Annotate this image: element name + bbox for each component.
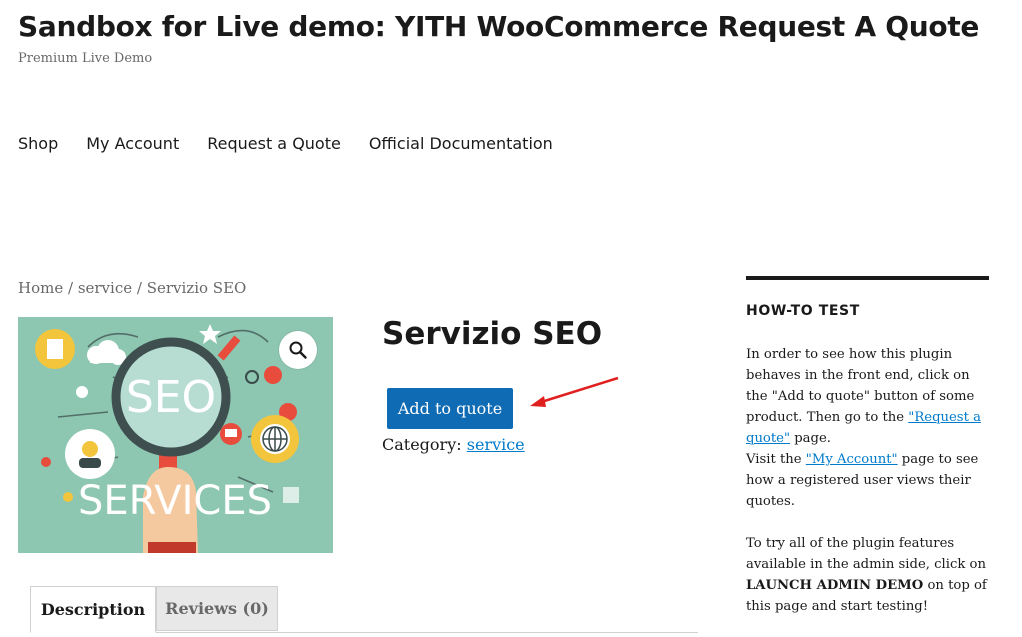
breadcrumb-home-link[interactable]: Home <box>18 279 63 297</box>
tab-description[interactable]: Description <box>30 586 156 633</box>
product-tabs: Description Reviews (0) <box>30 586 698 633</box>
breadcrumb-category-link[interactable]: service <box>78 279 132 297</box>
site-description: Premium Live Demo <box>18 51 153 66</box>
site-title[interactable]: Sandbox for Live demo: YITH WooCommerce … <box>18 10 979 43</box>
nav-item-my-account[interactable]: My Account <box>86 134 179 153</box>
zoom-button[interactable] <box>279 331 317 369</box>
magnifier-icon <box>289 341 307 359</box>
category-link[interactable]: service <box>467 435 525 454</box>
breadcrumb: Home / service / Servizio SEO <box>18 279 246 297</box>
image-text-seo: SEO <box>126 372 216 423</box>
text-segment: To try all of the plugin features availa… <box>746 536 986 572</box>
sidebar-divider <box>746 276 989 280</box>
nav-item-shop[interactable]: Shop <box>18 134 58 153</box>
nav-item-official-documentation[interactable]: Official Documentation <box>369 134 553 153</box>
how-to-test-text: In order to see how this plugin behaves … <box>746 344 992 617</box>
breadcrumb-current: Servizio SEO <box>146 279 247 297</box>
widget-title: HOW-TO TEST <box>746 303 860 319</box>
red-arrow-annotation <box>530 376 619 407</box>
category-label: Category: <box>382 435 462 454</box>
breadcrumb-separator: / <box>63 279 78 297</box>
product-title: Servizio SEO <box>382 316 603 352</box>
nav-item-request-a-quote[interactable]: Request a Quote <box>207 134 341 153</box>
how-to-test-paragraph-1: In order to see how this plugin behaves … <box>746 344 992 512</box>
image-text-services: SERVICES <box>78 478 272 524</box>
product-category: Category: service <box>382 435 525 454</box>
text-segment: page. <box>790 431 831 446</box>
add-to-quote-button[interactable]: Add to quote <box>387 388 513 429</box>
breadcrumb-separator: / <box>132 279 147 297</box>
main-navigation: Shop My Account Request a Quote Official… <box>18 134 581 153</box>
how-to-test-paragraph-2: To try all of the plugin features availa… <box>746 533 992 617</box>
text-segment: Visit the <box>746 452 806 467</box>
my-account-link[interactable]: "My Account" <box>806 452 898 467</box>
tab-reviews[interactable]: Reviews (0) <box>156 586 278 631</box>
launch-admin-demo-text: LAUNCH ADMIN DEMO <box>746 578 924 593</box>
